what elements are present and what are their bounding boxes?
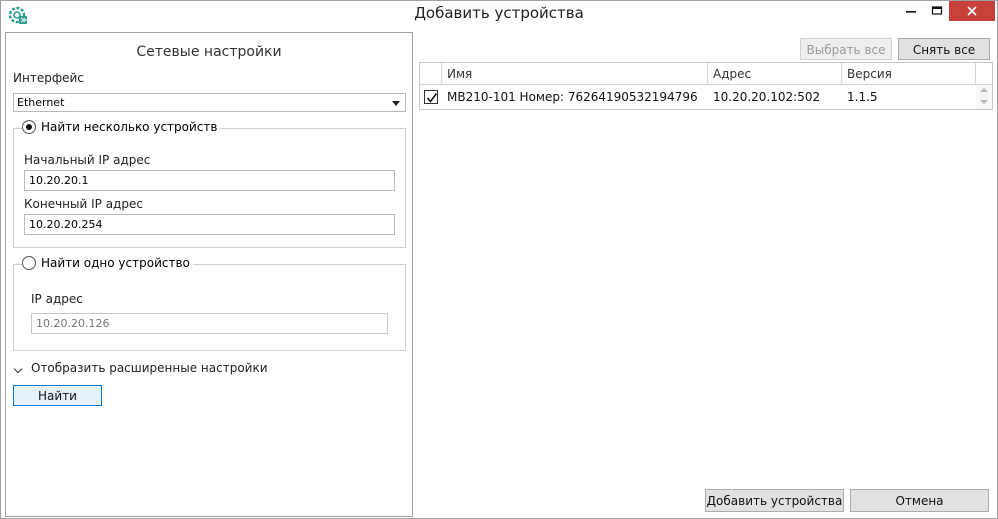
- select-all-button[interactable]: Выбрать все: [800, 38, 892, 60]
- network-settings-panel: Сетевые настройки Интерфейс Ethernet Най…: [5, 32, 413, 517]
- checkmark-icon: [426, 93, 438, 103]
- add-devices-window: Добавить устройства Сетевые настройки Ин…: [0, 0, 998, 519]
- close-icon: [967, 6, 977, 16]
- panel-title: Сетевые настройки: [136, 44, 282, 60]
- header-name[interactable]: Имя: [442, 63, 708, 85]
- end-ip-label: Конечный IP адрес: [24, 197, 143, 211]
- row-address: 10.20.20.102:502: [713, 90, 821, 104]
- find-multiple-option[interactable]: Найти несколько устройств: [22, 120, 221, 134]
- row-name: МВ210-101 Номер: 76264190532194796: [447, 90, 698, 104]
- interface-select[interactable]: Ethernet: [13, 93, 406, 112]
- ip-input[interactable]: 10.20.20.126: [31, 313, 388, 334]
- find-single-radio[interactable]: [22, 256, 36, 270]
- minimize-icon: [906, 11, 916, 13]
- find-multiple-label: Найти несколько устройств: [41, 120, 218, 134]
- dropdown-arrow-icon: [392, 101, 400, 106]
- table-row[interactable]: МВ210-101 Номер: 76264190532194796 10.20…: [420, 86, 978, 109]
- header-address[interactable]: Адрес: [708, 63, 842, 85]
- interface-value: Ethernet: [17, 96, 65, 109]
- header-check-column: [420, 63, 442, 85]
- table-header: Имя Адрес Версия: [420, 63, 992, 85]
- window-title: Добавить устройства: [414, 4, 584, 22]
- end-ip-input[interactable]: 10.20.20.254: [24, 214, 395, 235]
- chevron-down-icon[interactable]: [13, 364, 23, 374]
- find-single-label: Найти одно устройство: [41, 256, 190, 270]
- maximize-icon: [931, 6, 943, 15]
- close-button[interactable]: [949, 1, 995, 21]
- advanced-settings-toggle[interactable]: Отобразить расширенные настройки: [31, 361, 268, 375]
- ip-label: IP адрес: [31, 292, 83, 306]
- find-single-option[interactable]: Найти одно устройство: [22, 256, 193, 270]
- table-scrollbar[interactable]: [976, 85, 992, 109]
- row-version: 1.1.5: [847, 90, 878, 104]
- find-button[interactable]: Найти: [13, 385, 102, 406]
- cancel-button[interactable]: Отмена: [850, 489, 989, 512]
- title-bar: Добавить устройства: [1, 1, 997, 28]
- find-multiple-group: Найти несколько устройств Начальный IP а…: [13, 120, 406, 248]
- start-ip-label: Начальный IP адрес: [24, 153, 151, 167]
- row-checkbox[interactable]: [424, 90, 438, 104]
- scroll-up-icon[interactable]: [980, 88, 988, 92]
- header-version[interactable]: Версия: [842, 63, 976, 85]
- start-ip-input[interactable]: 10.20.20.1: [24, 170, 395, 191]
- add-devices-button[interactable]: Добавить устройства: [705, 489, 844, 512]
- scroll-down-icon[interactable]: [980, 100, 988, 104]
- find-multiple-radio[interactable]: [22, 120, 36, 134]
- find-single-group: Найти одно устройство IP адрес 10.20.20.…: [13, 256, 406, 351]
- interface-label: Интерфейс: [13, 71, 84, 85]
- minimize-button[interactable]: [897, 1, 925, 21]
- maximize-button[interactable]: [923, 1, 951, 21]
- devices-table: Имя Адрес Версия МВ210-101 Номер: 762641…: [419, 62, 993, 110]
- deselect-all-button[interactable]: Снять все: [898, 38, 990, 60]
